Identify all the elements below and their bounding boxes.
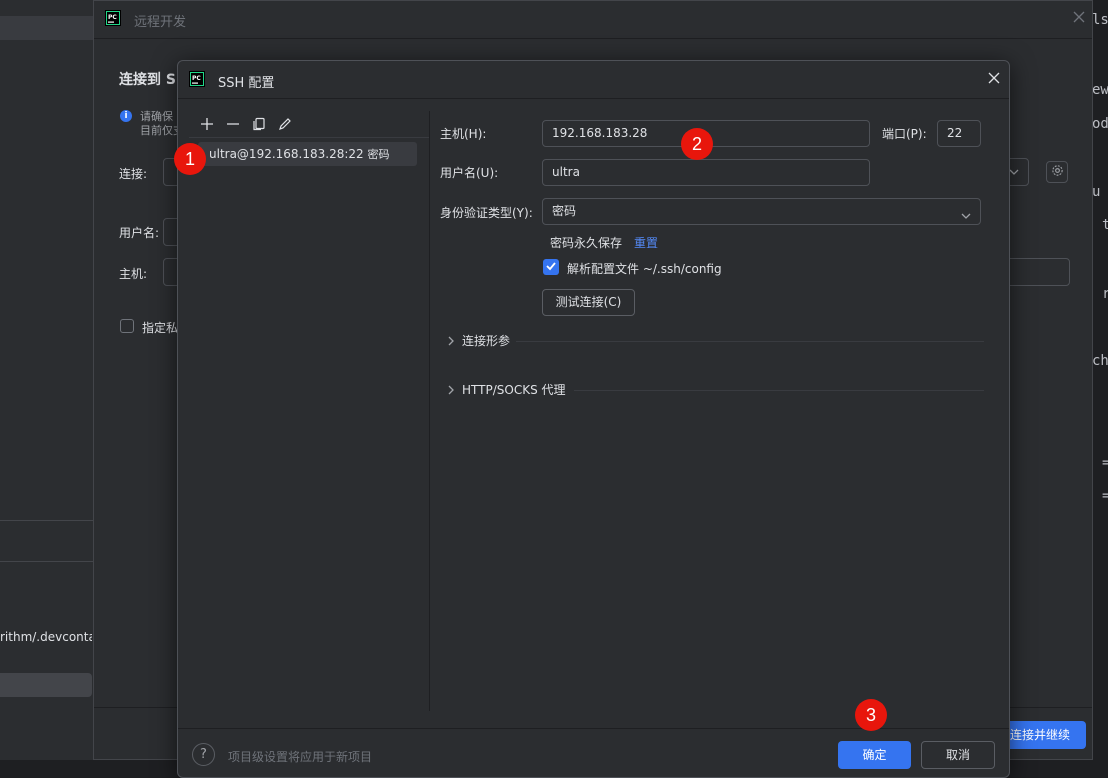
background-path-text: rithm/.devcontai <box>0 630 92 644</box>
annotation-marker-3: 3 <box>855 699 887 731</box>
code-fragment: t <box>1102 217 1108 233</box>
code-fragment: r <box>1102 286 1108 302</box>
port-label: 端口(P): <box>882 127 927 141</box>
info-icon: i <box>120 110 132 122</box>
connection-params-section[interactable]: 连接形参 <box>446 331 984 351</box>
remote-dev-heading: 连接到 S <box>119 72 176 88</box>
chevron-down-icon <box>960 206 972 231</box>
host-label: 主机(H): <box>440 127 487 141</box>
background-highlight-row <box>0 673 92 697</box>
panel-divider <box>429 111 430 711</box>
section-label: 连接形参 <box>462 334 511 348</box>
code-fragment: ls <box>1092 12 1108 28</box>
chevron-right-icon <box>446 335 456 350</box>
copy-icon[interactable] <box>250 115 267 132</box>
divider <box>189 137 429 138</box>
code-fragment: ew <box>1092 82 1108 98</box>
username-input[interactable]: ultra <box>542 159 870 186</box>
reset-link[interactable]: 重置 <box>634 234 658 251</box>
code-fragment: = <box>1102 488 1108 504</box>
background-left-panel: rithm/.devcontai <box>0 0 104 778</box>
ssh-config-dialog: PC SSH 配置 ultra@192.168.183.28:22 密码 主机(… <box>177 60 1010 778</box>
remote-dev-titlebar: PC 远程开发 <box>94 1 1092 39</box>
settings-button[interactable] <box>1046 161 1068 183</box>
ssh-dialog-footer: ? 项目级设置将应用于新项目 确定 取消 <box>178 728 1009 777</box>
ssh-dialog-titlebar: PC SSH 配置 <box>178 61 1009 99</box>
svg-text:PC: PC <box>192 75 201 82</box>
auth-type-label: 身份验证类型(Y): <box>440 206 533 220</box>
gear-icon <box>1051 164 1064 180</box>
divider <box>516 341 984 342</box>
annotation-marker-2: 2 <box>681 128 713 160</box>
cancel-button[interactable]: 取消 <box>921 741 995 769</box>
background-divider <box>0 561 104 562</box>
code-fragment: u <box>1092 184 1101 200</box>
private-key-checkbox[interactable] <box>120 319 134 333</box>
annotation-marker-1: 1 <box>174 143 206 175</box>
section-label: HTTP/SOCKS 代理 <box>462 383 566 397</box>
background-divider <box>0 520 104 521</box>
port-input[interactable]: 22 <box>937 120 981 147</box>
remove-icon[interactable] <box>224 115 241 132</box>
private-key-label: 指定私 <box>142 321 179 335</box>
connection-list-toolbar <box>198 115 293 132</box>
username-label: 用户名: <box>119 226 160 240</box>
footer-note: 项目级设置将应用于新项目 <box>228 750 373 764</box>
checkmark-icon <box>545 260 557 275</box>
connection-auth-type: 密码 <box>367 148 390 161</box>
connection-label: 连接: <box>119 167 148 181</box>
svg-text:PC: PC <box>108 14 117 21</box>
code-fragment: = <box>1102 455 1108 471</box>
help-icon[interactable]: ? <box>192 743 215 766</box>
remote-dev-title: 远程开发 <box>134 15 187 30</box>
parse-config-label: 解析配置文件 ~/.ssh/config <box>567 262 722 276</box>
code-fragment: ch <box>1092 353 1108 369</box>
host-label: 主机: <box>119 267 148 281</box>
background-bottom <box>0 760 104 778</box>
connection-address: ultra@192.168.183.28:22 <box>209 147 364 161</box>
ok-button[interactable]: 确定 <box>838 741 911 769</box>
pycharm-logo-icon: PC <box>105 10 121 29</box>
list-item-connection[interactable]: ultra@192.168.183.28:22 密码 <box>198 142 417 166</box>
pycharm-logo-icon: PC <box>189 71 205 90</box>
chevron-right-icon <box>446 384 456 399</box>
test-connection-button[interactable]: 测试连接(C) <box>542 289 635 316</box>
background-code-editor: ls ew od u t r ch = = <box>1092 0 1108 778</box>
background-selected-row <box>0 16 104 40</box>
code-fragment: od <box>1092 116 1108 132</box>
proxy-section[interactable]: HTTP/SOCKS 代理 <box>446 380 984 400</box>
ssh-dialog-title: SSH 配置 <box>218 76 275 91</box>
divider <box>574 390 984 391</box>
close-icon[interactable] <box>1072 9 1086 28</box>
auth-type-select[interactable]: 密码 <box>542 198 981 225</box>
add-icon[interactable] <box>198 115 215 132</box>
close-icon[interactable] <box>987 71 1001 88</box>
username-label: 用户名(U): <box>440 166 499 180</box>
edit-icon[interactable] <box>276 115 293 132</box>
password-save-text: 密码永久保存 <box>550 236 623 250</box>
parse-config-checkbox[interactable] <box>543 259 559 275</box>
auth-type-value: 密码 <box>552 204 577 218</box>
